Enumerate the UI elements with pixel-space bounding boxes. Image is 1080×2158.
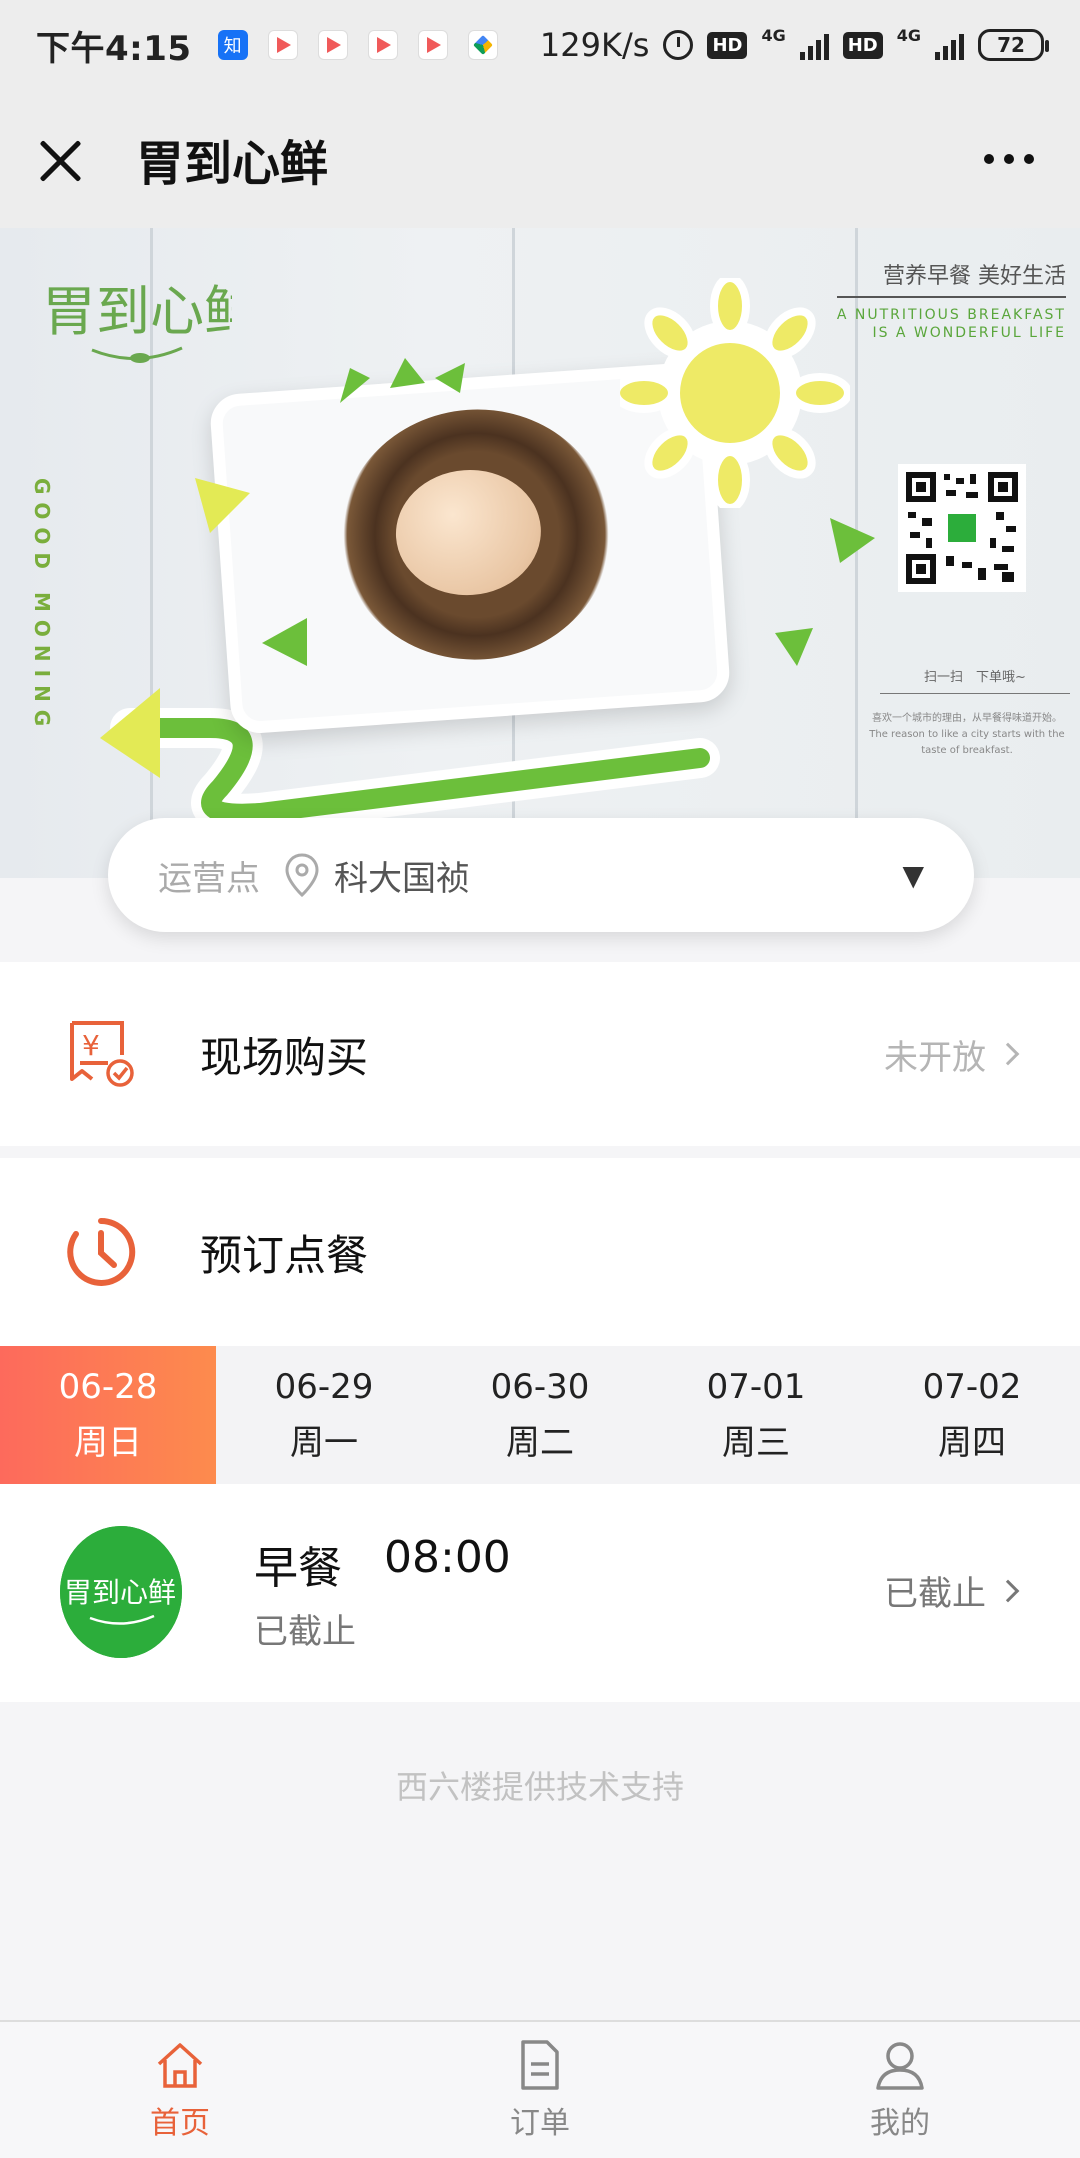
- meal-logo: 胃到心鲜: [60, 1526, 182, 1658]
- nav-home-label: 首页: [150, 2106, 210, 2141]
- play-icon: [367, 30, 398, 60]
- play-icon: [267, 30, 298, 60]
- tech-support-note: 西六楼提供技术支持: [395, 1768, 684, 1806]
- bottom-nav: 首页 订单 我的: [0, 2020, 1080, 2158]
- tagline-en: A NUTRITIOUS BREAKFAST IS A WONDERFUL LI…: [836, 307, 1066, 341]
- battery-icon: 72: [978, 29, 1049, 61]
- triangle-decor: [195, 478, 250, 533]
- brand-logo: 胃到心鲜: [42, 280, 232, 363]
- nav-mine[interactable]: 我的: [720, 2022, 1080, 2158]
- play-icon: [417, 30, 448, 60]
- meal-time: 08:00: [384, 1532, 511, 1583]
- qr-caption: 扫一扫 下单哦~: [880, 666, 1070, 694]
- triangle-decor: [830, 518, 875, 563]
- location-label: 运营点: [158, 858, 260, 899]
- meal-deadline-text: 已截止: [254, 1612, 356, 1652]
- onsite-purchase-status: 未开放: [884, 1030, 1020, 1079]
- tagline-cn: 营养早餐 美好生活: [836, 258, 1066, 298]
- qr-subcaption: 喜欢一个城市的理由，从早餐得味道开始。 The reason to like a…: [869, 713, 1065, 756]
- close-icon[interactable]: [36, 134, 86, 184]
- nav-orders[interactable]: 订单: [360, 2022, 720, 2158]
- banner: 胃到心鲜 GOOD MONING 营养早餐 美好生活 A NUTRITIOUS …: [0, 228, 1080, 878]
- date-tabs: 06-28 周日 06-29 周一 06-30 周二 07-01 周三 07-02 周四: [0, 1346, 1080, 1484]
- status-time: 下午4:15: [36, 28, 192, 69]
- location-pin-icon: [285, 853, 319, 898]
- caret-down-icon: ▼: [902, 858, 924, 892]
- alarm-icon: [663, 30, 694, 60]
- signal-icon: [935, 30, 964, 60]
- chevron-right-icon: [996, 1579, 1020, 1602]
- banner-tagline: 营养早餐 美好生活 A NUTRITIOUS BREAKFAST IS A WO…: [836, 258, 1066, 342]
- page-title: 胃到心鲜: [136, 136, 329, 192]
- triangle-decor: [775, 628, 813, 666]
- reserve-order-row: 预订点餐: [0, 1158, 1080, 1346]
- document-icon: [521, 2040, 559, 2090]
- network-speed: 129K/s: [539, 26, 650, 64]
- user-icon: [876, 2042, 924, 2090]
- status-app-icons: 知: [217, 30, 498, 60]
- home-icon: [157, 2043, 203, 2088]
- network-type: 4G: [896, 26, 921, 45]
- side-text: GOOD MONING: [30, 478, 54, 735]
- date-tab[interactable]: 06-28 周日: [0, 1346, 216, 1484]
- svg-text:胃到心鲜: 胃到心鲜: [42, 280, 232, 343]
- hd-badge: HD: [842, 31, 883, 59]
- receipt-yuan-icon: ¥: [70, 1021, 134, 1087]
- date-tab[interactable]: 07-01 周三: [648, 1346, 864, 1484]
- qr-code-icon: [898, 464, 1026, 592]
- date-tab[interactable]: 07-02 周四: [864, 1346, 1080, 1484]
- triangle-decor: [340, 358, 465, 403]
- title-bar: 胃到心鲜: [0, 90, 1080, 228]
- location-selector[interactable]: 运营点 科大国祯 ▼: [108, 818, 974, 932]
- network-type: 4G: [761, 26, 786, 45]
- meal-name: 早餐: [254, 1543, 342, 1594]
- triangle-decor: [262, 618, 307, 666]
- chevron-right-icon: [996, 1042, 1020, 1066]
- meal-status: 已截止: [884, 1566, 1020, 1615]
- more-icon[interactable]: [974, 144, 1044, 174]
- zhihu-icon: 知: [217, 30, 248, 60]
- nav-home[interactable]: 首页: [0, 2022, 360, 2158]
- status-right: 129K/s HD 4G HD 4G 72: [539, 26, 1049, 64]
- hd-badge: HD: [707, 31, 748, 59]
- nav-orders-label: 订单: [510, 2106, 570, 2141]
- date-tab[interactable]: 06-30 周二: [432, 1346, 648, 1484]
- status-bar: 下午4:15 知 129K/s HD 4G HD 4G 72: [0, 0, 1080, 90]
- location-value: 科大国祯: [334, 858, 470, 899]
- play-icon: [317, 30, 348, 60]
- meal-list-item[interactable]: 胃到心鲜 早餐 08:00 已截止 已截止: [0, 1484, 1080, 1702]
- onsite-purchase-label: 现场购买: [200, 1032, 369, 1082]
- drive-icon: [467, 30, 498, 60]
- onsite-purchase-row[interactable]: ¥ 现场购买 未开放: [0, 962, 1080, 1146]
- svg-text:¥: ¥: [82, 1029, 100, 1062]
- nav-mine-label: 我的: [870, 2106, 930, 2141]
- sun-graphic: [620, 278, 850, 508]
- date-tab[interactable]: 06-29 周一: [216, 1346, 432, 1484]
- reserve-order-label: 预订点餐: [200, 1230, 369, 1280]
- svg-text:胃到心鲜: 胃到心鲜: [64, 1576, 176, 1609]
- signal-icon: [799, 30, 829, 60]
- clock-icon: [67, 1217, 136, 1286]
